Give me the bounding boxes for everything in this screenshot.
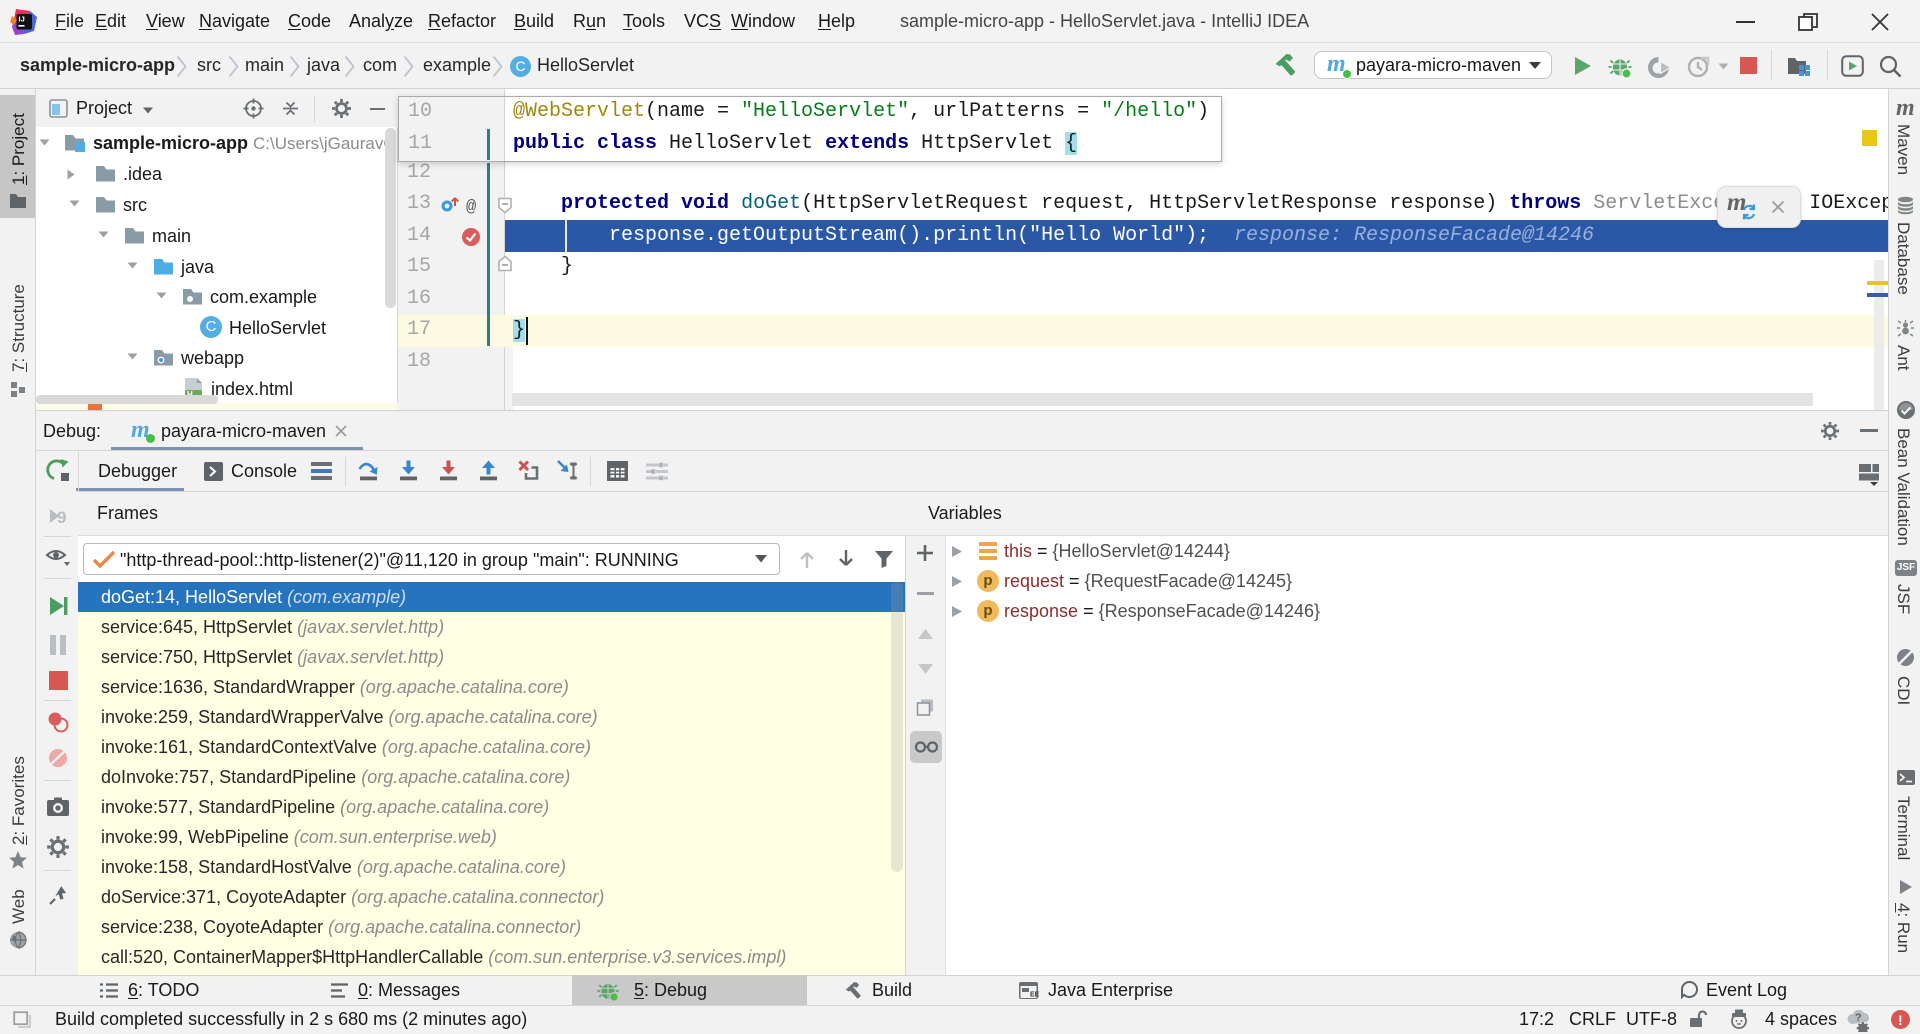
svg-text:EE: EE: [1030, 992, 1039, 999]
svg-text:?: ?: [1855, 1012, 1862, 1024]
svg-text:IJ: IJ: [19, 15, 25, 24]
svg-text:9: 9: [57, 508, 66, 527]
